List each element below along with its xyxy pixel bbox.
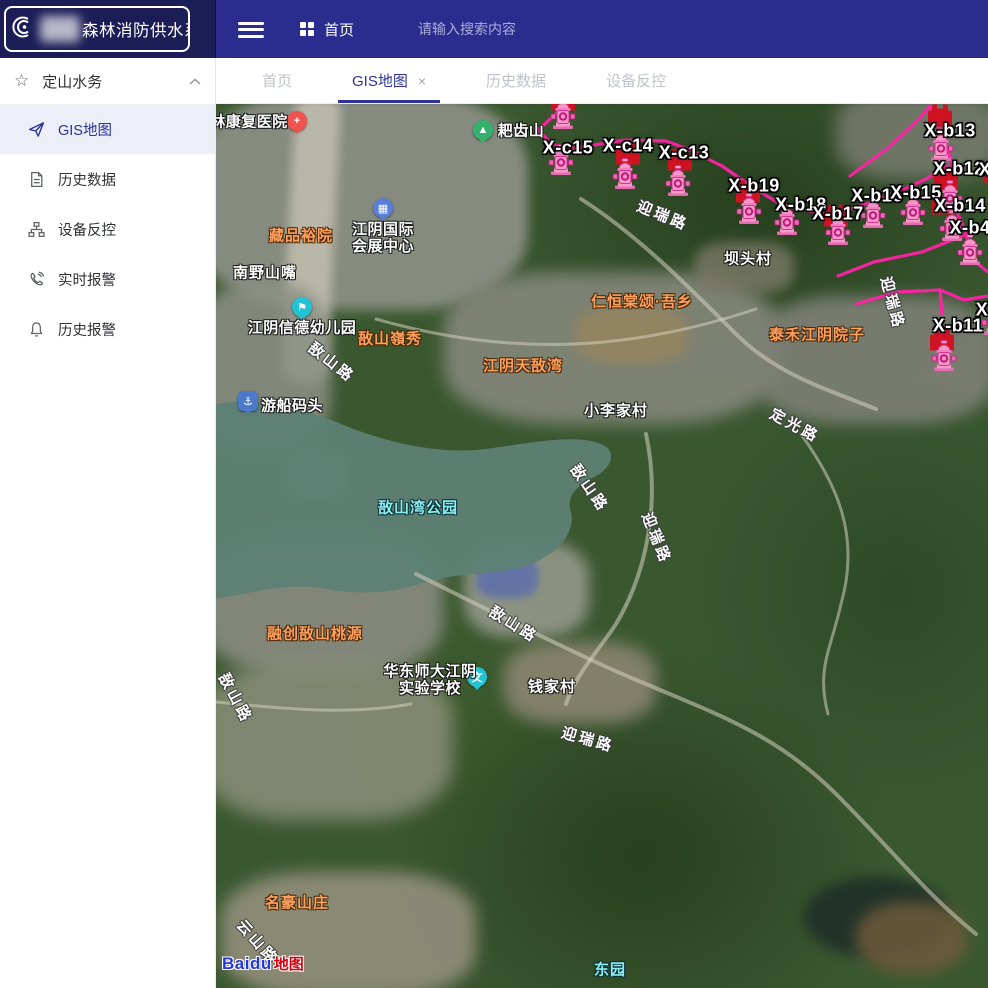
sidebar-item-label: 设备反控 [58, 219, 116, 240]
device-label[interactable]: X-b13 [924, 121, 976, 142]
search-input[interactable] [418, 14, 638, 44]
header-home-button[interactable]: 首页 [300, 16, 354, 42]
tab-home[interactable]: 首页 [248, 58, 306, 103]
hydrant-icon[interactable] [931, 340, 957, 377]
sidebar-group-label: 定山水务 [42, 71, 189, 92]
sidebar-item-realtime-alarm[interactable]: 实时报警 [0, 254, 215, 304]
sidebar-item-label: 历史数据 [58, 169, 116, 190]
pipeline [856, 290, 988, 304]
hydrant-icon[interactable] [665, 165, 691, 202]
place-label: 泰禾江阴院子 [769, 324, 865, 345]
place-label: 名豪山庄 [265, 892, 329, 913]
device-label[interactable]: X-c15 [543, 138, 594, 159]
device-label[interactable]: X-b4 [949, 218, 988, 239]
sidebar: ☆ 定山水务 GIS地图 历史数据 设备反控 实时报警 历史报警 [0, 58, 216, 988]
phone-icon [28, 271, 45, 288]
building-pin-icon: ▦ [373, 198, 393, 218]
header-logo-zone: 森林消防供水系统 [0, 0, 216, 58]
tab-device-control[interactable]: 设备反控 [592, 58, 680, 103]
flag-pin-icon: ⚑ [292, 297, 312, 317]
place-label: 融创敔山桃源 [267, 623, 363, 644]
place-label: 藏品裕院 [269, 225, 333, 246]
sidebar-item-history-alarm[interactable]: 历史报警 [0, 304, 215, 354]
sidebar-item-device-control[interactable]: 设备反控 [0, 204, 215, 254]
device-label[interactable]: X-b17 [812, 204, 864, 225]
grid-icon [300, 22, 315, 37]
app-title: 森林消防供水系统 [82, 17, 190, 41]
sidebar-item-history-data[interactable]: 历史数据 [0, 154, 215, 204]
place-label: 仁恒棠颂·吾乡 [591, 291, 693, 312]
sidebar-item-label: 实时报警 [58, 269, 116, 290]
poi-label: 江阴信德幼儿园 [248, 320, 357, 337]
hydrant-icon[interactable] [957, 234, 983, 271]
sidebar-group-dingshan[interactable]: ☆ 定山水务 [0, 58, 215, 104]
baidu-logo: Baidu [222, 954, 272, 974]
device-label[interactable]: X [979, 160, 988, 181]
poi-label: 林康复医院 [216, 114, 288, 131]
place-label: 敔山湾公园 [378, 497, 458, 518]
home-label: 首页 [324, 19, 354, 40]
app-logo: 森林消防供水系统 [4, 6, 190, 52]
poi-label: 游船码头 [261, 398, 323, 415]
place-label: 敔山嶺秀 [358, 328, 422, 349]
sidebar-item-label: 历史报警 [58, 319, 116, 340]
device-label[interactable]: X-c13 [659, 143, 710, 164]
pipeline [940, 290, 942, 314]
poi-label: 华东师大江阴实验学校 [383, 663, 476, 697]
map-attribution: Baidu 地图 [222, 953, 304, 974]
tab-gis-map[interactable]: GIS地图 × [338, 58, 440, 103]
tab-history-data[interactable]: 历史数据 [472, 58, 560, 103]
redacted-text-blur [40, 16, 80, 42]
anchor-pin-icon: ⚓ [238, 391, 258, 411]
document-icon [28, 171, 45, 188]
bell-icon [28, 321, 45, 338]
menu-toggle-icon[interactable] [238, 18, 264, 40]
device-label[interactable]: X-b14 [934, 196, 986, 217]
chevron-up-icon [189, 73, 201, 90]
baidu-map-word: 地图 [274, 953, 304, 974]
hydrant-icon[interactable] [550, 104, 576, 135]
sidebar-item-gis-map[interactable]: GIS地图 [0, 104, 215, 154]
device-label[interactable]: X-c14 [603, 136, 654, 157]
place-label: 南野山嘴 [233, 262, 297, 283]
pipeline [850, 106, 930, 176]
device-label[interactable]: X-b19 [728, 176, 780, 197]
place-label: 坝头村 [724, 248, 772, 269]
place-label: 钱家村 [528, 676, 576, 697]
close-tab-icon[interactable]: × [418, 73, 426, 89]
send-icon [28, 121, 45, 138]
hydrant-icon[interactable] [612, 158, 638, 195]
sidebar-item-label: GIS地图 [58, 119, 112, 140]
map-canvas[interactable]: Baidu 地图 X-c15X-c14X-c13X-b19X-b18X-b17X… [216, 104, 988, 988]
tab-bar: 首页 GIS地图 × 历史数据 设备反控 [216, 58, 988, 104]
place-label: 小李家村 [584, 400, 648, 421]
mountain-pin-icon: ▲ [473, 120, 493, 140]
poi-label: 江阴国际会展中心 [352, 221, 414, 255]
hydrant-icon[interactable] [736, 193, 762, 230]
hospital-pin-icon: + [287, 111, 307, 131]
place-label: 东园 [594, 959, 626, 980]
star-icon: ☆ [14, 71, 29, 91]
poi-label: 耙齿山 [498, 123, 545, 140]
device-label[interactable]: X-b12 [933, 159, 985, 180]
sitemap-icon [28, 221, 45, 238]
app-header: 森林消防供水系统 首页 [0, 0, 988, 58]
device-label[interactable]: X [976, 300, 988, 321]
spiral-logo-icon [12, 14, 38, 45]
place-label: 江阴天敔湾 [483, 355, 563, 376]
